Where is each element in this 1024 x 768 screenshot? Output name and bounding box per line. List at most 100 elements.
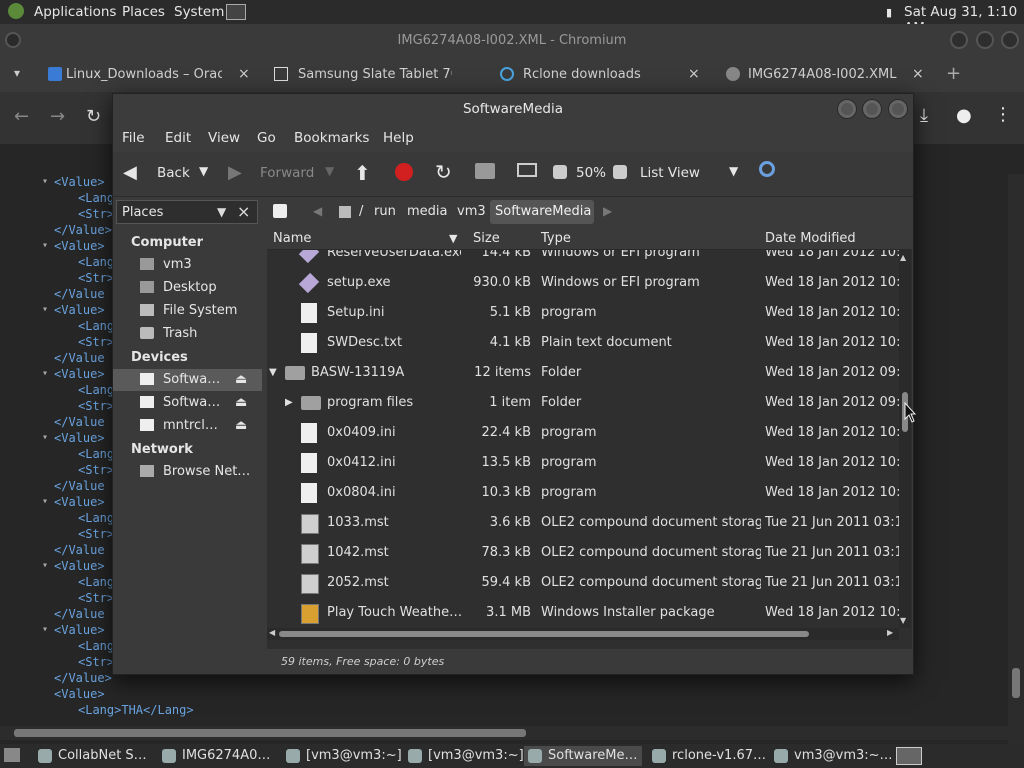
maximize-icon[interactable] — [862, 99, 882, 119]
close-sidebar-icon[interactable]: × — [237, 202, 250, 221]
expander-collapsed-icon[interactable]: ▶ — [285, 397, 293, 408]
taskbar-item[interactable]: IMG6274A0… — [158, 746, 276, 766]
tab-img-xml[interactable]: IMG6274A08-I002.XML × — [718, 60, 936, 90]
applications-menu[interactable]: Applications — [34, 4, 116, 20]
taskbar-item[interactable]: rclone-v1.67… — [648, 746, 766, 766]
forward-arrow-icon[interactable]: ▶ — [228, 162, 242, 183]
view-mode-chevron-icon[interactable]: ▼ — [729, 164, 738, 178]
tab-rclone-downloads[interactable]: Rclone downloads × — [492, 60, 710, 90]
zoom-out-icon[interactable] — [553, 165, 567, 179]
horizontal-scrollbar[interactable] — [0, 726, 1008, 740]
menu-go[interactable]: Go — [257, 130, 276, 146]
xml-collapse-toggle-icon[interactable]: ▾ — [42, 174, 48, 190]
more-menu-icon[interactable]: ⋮ — [994, 104, 1012, 125]
new-tab-button[interactable]: + — [946, 63, 961, 84]
scroll-right-icon[interactable]: ▶ — [887, 628, 893, 637]
back-button[interactable]: Back — [157, 165, 190, 181]
root-drive-icon[interactable] — [339, 206, 351, 218]
up-arrow-icon[interactable]: ⬆ — [354, 161, 371, 185]
path-scroll-right-icon[interactable]: ▶ — [603, 204, 612, 218]
scrollbar-thumb[interactable] — [1012, 668, 1020, 698]
file-row[interactable]: 0x0409.ini 22.4 kB program Wed 18 Jan 2012 … — [267, 418, 899, 448]
xml-collapse-toggle-icon[interactable]: ▾ — [42, 558, 48, 574]
col-date-modified[interactable]: Date Modified — [765, 231, 856, 246]
col-size[interactable]: Size — [473, 231, 500, 246]
path-current-segment[interactable]: SoftwareMedia — [490, 200, 594, 224]
computer-icon[interactable] — [517, 163, 537, 177]
reload-icon[interactable]: ↻ — [86, 106, 101, 127]
menu-help[interactable]: Help — [383, 130, 414, 146]
menu-file[interactable]: File — [122, 130, 145, 146]
taskbar-item[interactable]: SoftwareMe… — [524, 746, 642, 766]
sidebar-item-desktop[interactable]: Desktop — [113, 277, 262, 299]
path-scroll-left-icon[interactable]: ◀ — [313, 204, 322, 218]
sort-desc-icon[interactable]: ▼ — [449, 232, 457, 245]
menu-edit[interactable]: Edit — [165, 130, 191, 146]
file-row[interactable]: Setup.ini 5.1 kB program Wed 18 Jan 2012 10… — [267, 298, 899, 328]
tab-samsung-slate[interactable]: Samsung Slate Tablet 700 — [266, 60, 484, 90]
tab-close-icon[interactable]: × — [688, 66, 700, 82]
file-row[interactable]: ▶ program files 1 item Folder Wed 18 Jan 201… — [267, 388, 899, 418]
file-row[interactable]: 2052.mst 59.4 kB OLE2 compound document st… — [267, 568, 899, 598]
sidebar-item-trash[interactable]: Trash — [113, 323, 262, 345]
zoom-in-icon[interactable] — [613, 165, 627, 179]
download-icon[interactable]: ⤓ — [920, 105, 928, 126]
taskbar-item[interactable]: CollabNet S… — [34, 746, 152, 766]
path-vm3[interactable]: vm3 — [457, 204, 486, 219]
forward-history-chevron-icon[interactable]: ▼ — [325, 164, 334, 178]
menu-bookmarks[interactable]: Bookmarks — [294, 130, 369, 146]
tab-search-chevron-icon[interactable]: ▾ — [14, 66, 20, 80]
path-media[interactable]: media — [407, 204, 448, 219]
xml-collapse-toggle-icon[interactable]: ▾ — [42, 430, 48, 446]
stop-icon[interactable] — [395, 163, 413, 181]
xml-collapse-toggle-icon[interactable]: ▾ — [42, 494, 48, 510]
close-icon[interactable] — [1001, 31, 1019, 49]
horizontal-scrollbar[interactable]: ◀ ▶ — [267, 628, 899, 640]
show-desktop-icon[interactable] — [4, 748, 20, 762]
file-row[interactable]: ▼ BASW-13119A 12 items Folder Wed 18 Jan 201… — [267, 358, 899, 388]
sidebar-device-softwaremedia-1[interactable]: Softwa… ⏏ — [113, 369, 262, 391]
minimize-icon[interactable] — [837, 99, 857, 119]
reload-icon[interactable]: ↻ — [435, 160, 452, 184]
sidebar-item-vm3[interactable]: vm3 — [113, 254, 262, 276]
fm-titlebar[interactable]: SoftwareMedia — [113, 94, 913, 124]
file-row[interactable]: setup.exe 930.0 kB Windows or EFI program W… — [267, 268, 899, 298]
file-row[interactable]: 0x0804.ini 10.3 kB program Wed 18 Jan 2012 … — [267, 478, 899, 508]
path-run[interactable]: run — [374, 204, 396, 219]
home-folder-icon[interactable] — [475, 163, 495, 179]
xml-collapse-toggle-icon[interactable]: ▾ — [42, 622, 48, 638]
file-row[interactable]: Play Touch Weathe… 3.1 MB Windows Installe… — [267, 598, 899, 628]
eject-icon[interactable]: ⏏ — [235, 372, 247, 387]
back-history-chevron-icon[interactable]: ▼ — [199, 164, 208, 178]
forward-button[interactable]: Forward — [260, 165, 314, 181]
xml-collapse-toggle-icon[interactable]: ▾ — [42, 366, 48, 382]
tab-close-icon[interactable]: × — [912, 66, 924, 82]
file-row[interactable]: 1042.mst 78.3 kB OLE2 compound document st… — [267, 538, 899, 568]
terminal-launcher-icon[interactable] — [226, 4, 246, 20]
taskbar-item[interactable]: vm3@vm3:~… — [770, 746, 893, 766]
scrollbar-thumb[interactable] — [14, 729, 526, 737]
edit-location-icon[interactable] — [273, 204, 287, 218]
taskbar-item[interactable]: [vm3@vm3:~] — [404, 746, 524, 766]
back-arrow-icon[interactable]: ← — [14, 106, 29, 127]
scroll-up-icon[interactable]: ▲ — [900, 253, 906, 262]
col-name[interactable]: Name — [273, 231, 311, 246]
minimize-icon[interactable] — [950, 31, 968, 49]
xml-collapse-toggle-icon[interactable]: ▾ — [42, 238, 48, 254]
system-menu[interactable]: System — [174, 4, 224, 20]
expander-expanded-icon[interactable]: ▼ — [269, 367, 277, 378]
menu-view[interactable]: View — [208, 130, 240, 146]
file-row[interactable]: 1033.mst 3.6 kB OLE2 compound document sto… — [267, 508, 899, 538]
vertical-scrollbar[interactable] — [1008, 174, 1024, 744]
close-icon[interactable] — [888, 99, 908, 119]
sidebar-device-mntrcl[interactable]: mntrcl… ⏏ — [113, 415, 262, 437]
search-icon[interactable] — [759, 161, 775, 177]
file-row[interactable]: ReserveUserData.exe 14.4 kB Windows or EFI… — [267, 250, 899, 268]
file-row[interactable]: SWDesc.txt 4.1 kB Plain text document Wed 1… — [267, 328, 899, 358]
forward-arrow-icon[interactable]: → — [50, 106, 65, 127]
sidebar-item-browse-network[interactable]: Browse Net… — [113, 461, 262, 483]
view-mode-select[interactable]: List View — [640, 165, 700, 181]
maximize-icon[interactable] — [976, 31, 994, 49]
tab-close-icon[interactable]: × — [238, 66, 250, 82]
eject-icon[interactable]: ⏏ — [235, 395, 247, 410]
